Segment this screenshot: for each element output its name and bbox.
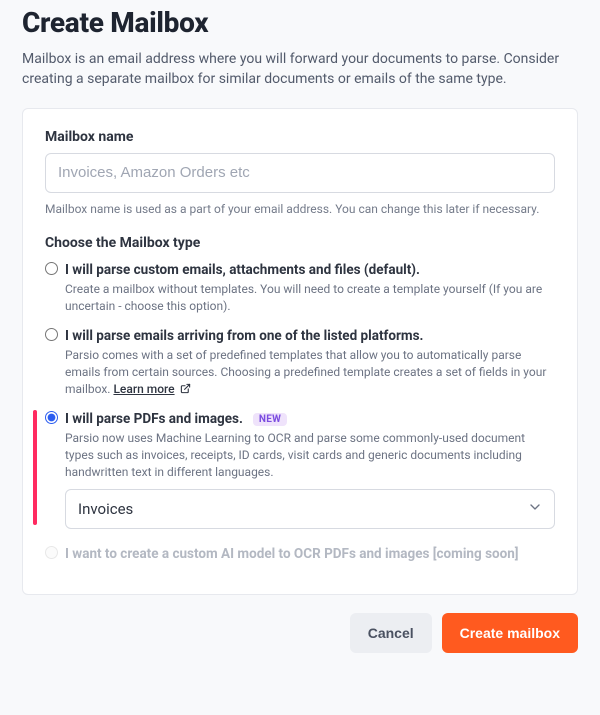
mailbox-name-label: Mailbox name [45, 129, 555, 145]
option-platforms-title: I will parse emails arriving from one of… [65, 328, 423, 344]
mailbox-type-options: I will parse custom emails, attachments … [45, 259, 555, 561]
option-custom-ai: I want to create a custom AI model to OC… [45, 543, 555, 562]
page-subtitle: Mailbox is an email address where you wi… [22, 49, 578, 90]
create-mailbox-button[interactable]: Create mailbox [442, 613, 578, 653]
footer-actions: Cancel Create mailbox [0, 595, 600, 671]
mailbox-name-input[interactable] [45, 153, 555, 193]
option-platforms-radio[interactable] [45, 328, 58, 341]
new-badge: NEW [253, 413, 287, 426]
option-pdfs-title: I will parse PDFs and images. [65, 411, 243, 427]
cancel-button[interactable]: Cancel [350, 613, 432, 653]
mailbox-type-label: Choose the Mailbox type [45, 235, 555, 251]
option-custom-radio[interactable] [45, 262, 58, 275]
option-pdfs-radio[interactable] [45, 411, 58, 424]
option-pdfs-highlight: I will parse PDFs and images. NEW Parsio… [33, 408, 555, 528]
option-custom[interactable]: I will parse custom emails, attachments … [45, 259, 555, 315]
learn-more-link[interactable]: Learn more [113, 382, 174, 396]
option-custom-desc: Create a mailbox without templates. You … [65, 281, 555, 315]
option-platforms[interactable]: I will parse emails arriving from one of… [45, 325, 555, 398]
doc-type-select-wrap: Invoices [65, 489, 555, 529]
form-card: Mailbox name Mailbox name is used as a p… [22, 108, 578, 595]
mailbox-name-hint: Mailbox name is used as a part of your e… [45, 201, 555, 218]
option-custom-ai-radio [45, 546, 58, 559]
page-title: Create Mailbox [22, 6, 578, 39]
option-custom-title: I will parse custom emails, attachments … [65, 262, 420, 278]
doc-type-select[interactable]: Invoices [65, 489, 555, 529]
option-pdfs[interactable]: I will parse PDFs and images. NEW Parsio… [45, 408, 555, 528]
doc-type-select-value: Invoices [78, 500, 133, 518]
option-pdfs-desc: Parsio now uses Machine Learning to OCR … [65, 430, 555, 480]
option-custom-ai-title: I want to create a custom AI model to OC… [65, 546, 519, 562]
external-link-icon [180, 382, 191, 399]
option-platforms-desc: Parsio comes with a set of predefined te… [65, 347, 555, 398]
